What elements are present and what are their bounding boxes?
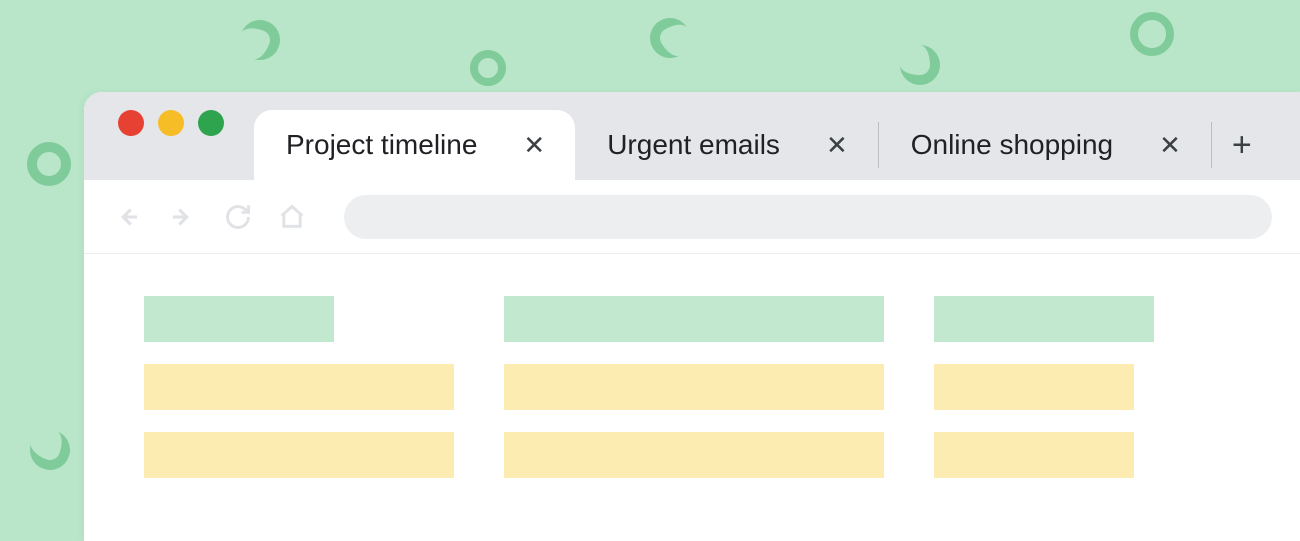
bg-decoration	[470, 50, 506, 86]
tab-label: Project timeline	[286, 129, 477, 161]
window-controls	[84, 110, 254, 168]
content-block	[934, 364, 1134, 410]
tab-urgent-emails[interactable]: Urgent emails ✕	[575, 110, 878, 180]
reload-button[interactable]	[224, 203, 252, 231]
maximize-window-button[interactable]	[198, 110, 224, 136]
bg-decoration	[1130, 12, 1174, 56]
content-block	[934, 296, 1154, 342]
minimize-window-button[interactable]	[158, 110, 184, 136]
bg-decoration	[643, 11, 698, 66]
content-column	[934, 296, 1240, 478]
content-column	[504, 296, 884, 478]
forward-button[interactable]	[168, 202, 198, 232]
tabs-container: Project timeline ✕ Urgent emails ✕ Onlin…	[254, 110, 1300, 180]
toolbar	[84, 180, 1300, 254]
tab-project-timeline[interactable]: Project timeline ✕	[254, 110, 575, 180]
bg-decoration	[24, 424, 75, 475]
address-bar[interactable]	[344, 195, 1272, 239]
content-block	[504, 432, 884, 478]
bg-decoration	[234, 14, 285, 65]
new-tab-button[interactable]: +	[1212, 110, 1272, 180]
content-block	[504, 296, 884, 342]
close-tab-icon[interactable]: ✕	[1153, 124, 1187, 167]
browser-window: Project timeline ✕ Urgent emails ✕ Onlin…	[84, 92, 1300, 541]
content-block	[934, 432, 1134, 478]
page-content	[84, 254, 1300, 520]
content-block	[144, 432, 454, 478]
tab-label: Online shopping	[911, 129, 1113, 161]
tab-online-shopping[interactable]: Online shopping ✕	[879, 110, 1211, 180]
close-tab-icon[interactable]: ✕	[517, 124, 551, 167]
tab-label: Urgent emails	[607, 129, 780, 161]
close-tab-icon[interactable]: ✕	[820, 124, 854, 167]
content-column	[144, 296, 454, 478]
bg-decoration	[900, 45, 940, 85]
content-block	[144, 296, 334, 342]
content-block	[144, 364, 454, 410]
home-button[interactable]	[278, 203, 306, 231]
tab-strip: Project timeline ✕ Urgent emails ✕ Onlin…	[84, 92, 1300, 180]
bg-decoration	[27, 142, 71, 186]
content-block	[504, 364, 884, 410]
back-button[interactable]	[112, 202, 142, 232]
close-window-button[interactable]	[118, 110, 144, 136]
